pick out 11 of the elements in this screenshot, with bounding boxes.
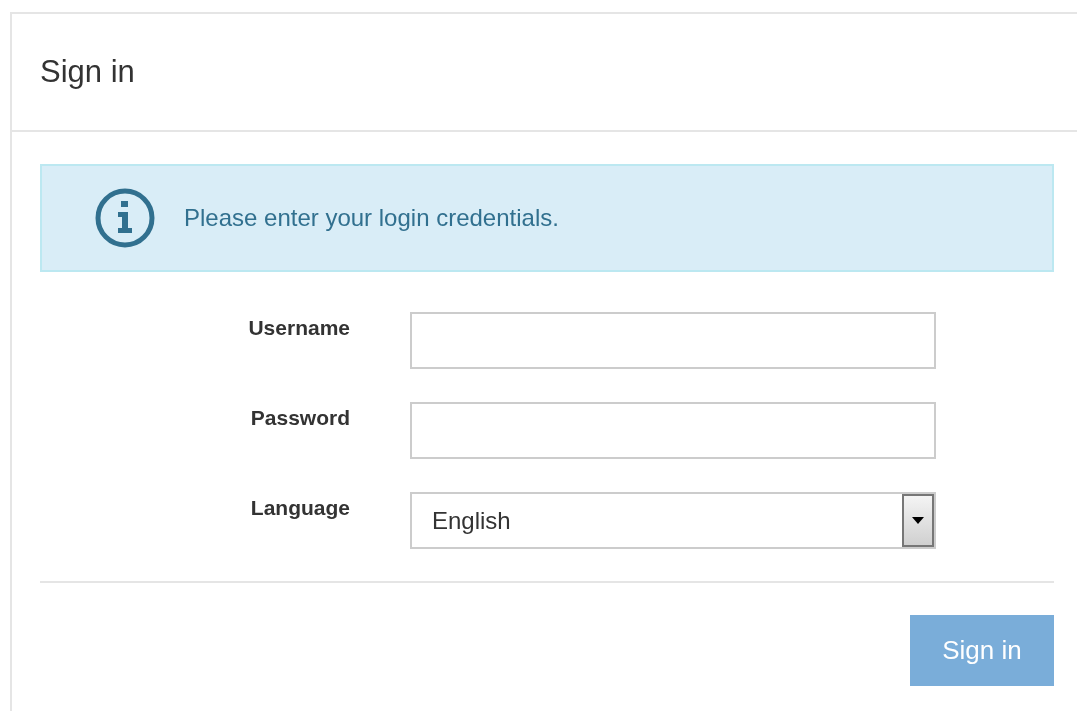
- field-label: Language: [249, 495, 350, 521]
- language-select[interactable]: English: [410, 492, 936, 549]
- field-label: Username: [247, 315, 350, 341]
- dropdown-button[interactable]: [902, 494, 934, 547]
- password-field[interactable]: [410, 402, 936, 459]
- card-title: Sign in: [40, 53, 135, 91]
- alert-message: Please enter your login credentials.: [184, 203, 559, 233]
- username-field[interactable]: [410, 312, 936, 369]
- caret-icon: [912, 517, 924, 524]
- field-label: Password: [249, 405, 350, 431]
- info-icon: [94, 187, 156, 249]
